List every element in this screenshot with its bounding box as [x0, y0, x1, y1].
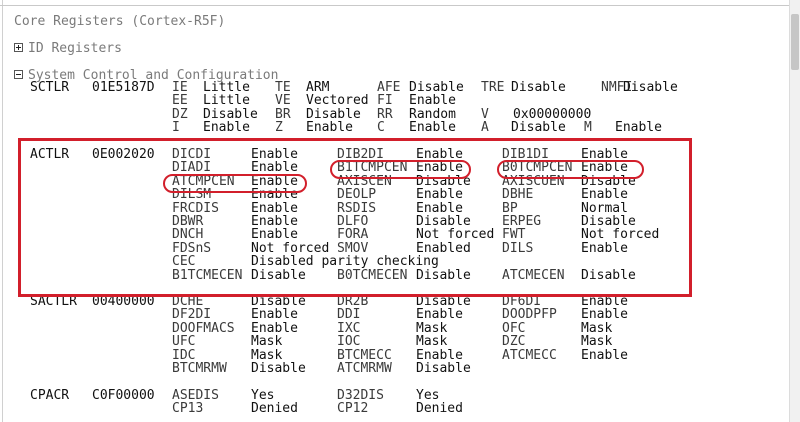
register-name-cpacr[interactable]: CPACR — [30, 389, 69, 402]
field-value-fi[interactable]: Enable — [409, 94, 456, 107]
field-ve: VE — [275, 93, 291, 109]
title-rule — [0, 5, 800, 6]
field-cp12: CP12 — [337, 401, 369, 417]
field-d32dis: D32DIS — [337, 388, 384, 403]
field-a: A — [481, 120, 489, 136]
field-value-rr[interactable]: Random — [409, 108, 456, 121]
highlight-oval-b1tcmpcen — [330, 160, 471, 179]
register-value-cpacr[interactable]: C0F00000 — [92, 389, 155, 402]
highlight-oval-b0tcmpcen — [497, 160, 644, 179]
field-ee: EE — [172, 93, 188, 109]
field-value-atcmecc[interactable]: Enable — [581, 349, 628, 362]
field-value-cp13[interactable]: Denied — [251, 402, 298, 415]
field-ufc: UFC — [172, 334, 196, 350]
field-value-ee[interactable]: Little — [203, 94, 250, 107]
field-doodpfp: DOODPFP — [502, 307, 557, 323]
field-value-ioc[interactable]: Mask — [416, 335, 447, 348]
field-btcmecc: BTCMECC — [337, 347, 392, 363]
field-value-br[interactable]: Disable — [306, 108, 361, 121]
scrollbar-thumb[interactable] — [791, 14, 799, 70]
tree-guide-line — [2, 0, 3, 422]
field-z: Z — [275, 120, 283, 136]
field-idc: IDC — [172, 347, 196, 363]
field-ixc: IXC — [337, 320, 361, 336]
collapse-minus-icon[interactable] — [14, 70, 23, 79]
field-value-ie[interactable]: Little — [203, 81, 250, 94]
field-value-idc[interactable]: Mask — [251, 349, 282, 362]
field-value-btcmrmw[interactable]: Disable — [251, 362, 306, 375]
field-v: V — [481, 106, 489, 122]
expand-plus-icon[interactable] — [14, 43, 23, 52]
field-ioc: IOC — [337, 334, 361, 350]
highlight-oval-atcmpcen — [163, 174, 307, 193]
field-value-v[interactable]: 0x00000000 — [513, 108, 591, 121]
field-te: TE — [275, 80, 291, 95]
field-value-btcmecc[interactable]: Enable — [416, 349, 463, 362]
field-value-afe[interactable]: Disable — [409, 81, 464, 94]
field-value-cp12[interactable]: Denied — [416, 402, 463, 415]
field-dzc: DZC — [502, 334, 526, 350]
field-value-d32dis[interactable]: Yes — [416, 389, 439, 402]
field-value-dz[interactable]: Disable — [203, 108, 258, 121]
field-ddi: DDI — [337, 307, 361, 323]
field-value-tre[interactable]: Disable — [511, 81, 566, 94]
field-i: I — [172, 120, 180, 136]
field-fi: FI — [377, 93, 393, 109]
vertical-scrollbar[interactable] — [789, 0, 800, 422]
field-value-ufc[interactable]: Mask — [251, 335, 282, 348]
field-atcmecc: ATCMECC — [502, 347, 557, 363]
field-atcmrmw: ATCMRMW — [337, 361, 392, 376]
field-value-m[interactable]: Enable — [615, 121, 662, 134]
field-value-doodpfp[interactable]: Enable — [581, 308, 628, 321]
field-value-ixc[interactable]: Mask — [416, 322, 447, 335]
field-rr: RR — [377, 106, 393, 122]
field-value-c[interactable]: Enable — [409, 121, 456, 134]
field-asedis: ASEDIS — [172, 388, 219, 403]
field-c: C — [377, 120, 385, 136]
field-value-a[interactable]: Disable — [511, 121, 566, 134]
field-value-z[interactable]: Enable — [306, 121, 353, 134]
field-value-df2di[interactable]: Enable — [251, 308, 298, 321]
field-value-ddi[interactable]: Enable — [416, 308, 463, 321]
field-btcmrmw: BTCMRMW — [172, 361, 227, 376]
field-dz: DZ — [172, 106, 188, 122]
register-name-sctlr[interactable]: SCTLR — [30, 81, 69, 94]
field-value-i[interactable]: Enable — [203, 121, 250, 134]
field-doofmacs: DOOFMACS — [172, 320, 235, 336]
field-br: BR — [275, 106, 291, 122]
field-value-atcmrmw[interactable]: Disable — [416, 362, 471, 375]
group-id-registers[interactable]: ID Registers — [28, 42, 122, 55]
field-value-nmfi[interactable]: Disable — [623, 81, 678, 94]
field-value-ofc[interactable]: Mask — [581, 322, 612, 335]
field-tre: TRE — [481, 80, 505, 95]
register-value-sctlr[interactable]: 01E5187D — [92, 81, 155, 94]
field-value-dzc[interactable]: Mask — [581, 335, 612, 348]
field-value-doofmacs[interactable]: Enable — [251, 322, 298, 335]
field-ofc: OFC — [502, 320, 526, 336]
field-value-ve[interactable]: Vectored — [306, 94, 369, 107]
field-ie: IE — [172, 80, 188, 95]
field-value-te[interactable]: ARM — [306, 81, 329, 94]
panel-title: Core Registers (Cortex-R5F) — [14, 14, 226, 29]
field-m: M — [584, 120, 592, 136]
field-value-asedis[interactable]: Yes — [251, 389, 274, 402]
field-afe: AFE — [377, 80, 401, 95]
field-cp13: CP13 — [172, 401, 204, 417]
field-df2di: DF2DI — [172, 307, 212, 323]
